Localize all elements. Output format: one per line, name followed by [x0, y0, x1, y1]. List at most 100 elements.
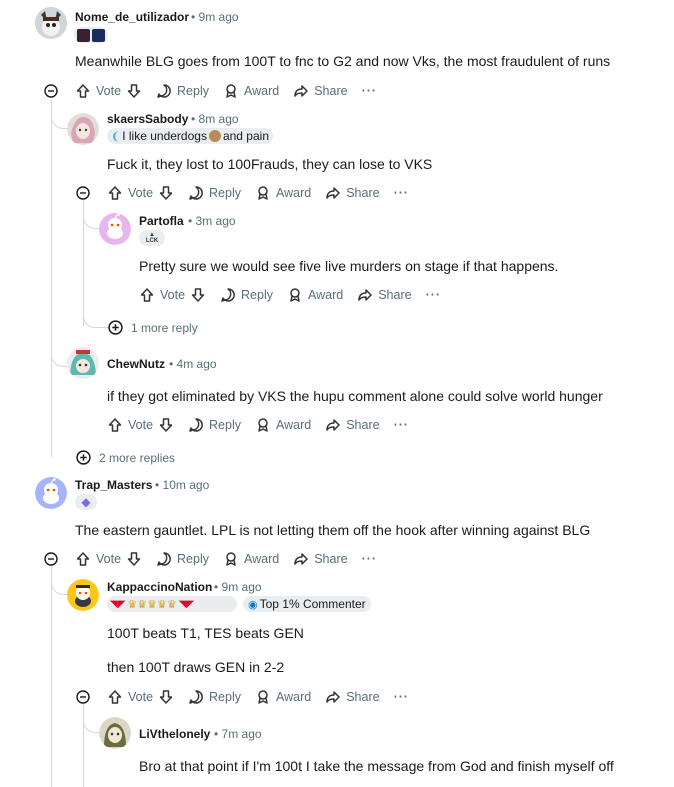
- reply-label: Reply: [209, 690, 241, 704]
- comment-time: • 7m ago: [214, 727, 262, 741]
- vote-label: Vote: [128, 418, 154, 432]
- reply-button[interactable]: Reply: [188, 689, 241, 705]
- more-replies-link[interactable]: 2 more replies: [76, 450, 175, 465]
- downvote-icon[interactable]: [158, 185, 174, 201]
- thread-branch: [51, 100, 68, 129]
- award-label: Award: [276, 690, 312, 704]
- downvote-icon[interactable]: [158, 689, 174, 705]
- avatar[interactable]: [99, 213, 131, 245]
- comment-time: • 3m ago: [188, 214, 236, 228]
- upvote-button[interactable]: Vote: [107, 417, 174, 433]
- thread-line[interactable]: [51, 566, 52, 787]
- comment-text: then 100T draws GEN in 2-2: [107, 659, 285, 675]
- upvote-button[interactable]: Vote: [75, 83, 142, 99]
- comment-text: Pretty sure we would see five live murde…: [139, 258, 559, 274]
- trophy-icon: ♛♛♛♛♛: [127, 598, 177, 611]
- more-options-button[interactable]: ···: [394, 418, 410, 432]
- award-label: Award: [308, 288, 344, 302]
- comment-time: • 9m ago: [191, 10, 239, 24]
- award-button[interactable]: Award: [255, 417, 311, 433]
- avatar[interactable]: [67, 113, 99, 145]
- reply-icon: [221, 288, 235, 302]
- reply-icon: [189, 690, 203, 704]
- award-button[interactable]: Award: [255, 185, 311, 201]
- comment-actions: Vote Reply Award Share ···: [107, 415, 409, 435]
- avatar[interactable]: [67, 347, 99, 379]
- collapse-icon[interactable]: [76, 690, 90, 704]
- username[interactable]: Trap_Masters: [75, 478, 152, 492]
- comment-actions: Vote Reply Award Share ···: [75, 549, 377, 569]
- more-replies-link[interactable]: 1 more reply: [108, 320, 198, 335]
- share-button[interactable]: Share: [325, 689, 380, 705]
- comment-text: if they got eliminated by VKS the hupu c…: [107, 388, 603, 404]
- upvote-button[interactable]: Vote: [107, 689, 174, 705]
- more-options-button[interactable]: ···: [362, 84, 378, 98]
- reply-button[interactable]: Reply: [220, 287, 273, 303]
- avatar[interactable]: [35, 477, 67, 509]
- vote-label: Vote: [96, 552, 122, 566]
- downvote-icon[interactable]: [126, 83, 142, 99]
- t1-logo-icon: ◥◤: [110, 598, 126, 610]
- reply-button[interactable]: Reply: [188, 185, 241, 201]
- award-icon: [226, 552, 236, 566]
- share-button[interactable]: Share: [293, 551, 348, 567]
- downvote-icon[interactable]: [190, 287, 206, 303]
- award-button[interactable]: Award: [255, 689, 311, 705]
- upvote-button[interactable]: Vote: [107, 185, 174, 201]
- award-button[interactable]: Award: [223, 551, 279, 567]
- username[interactable]: KappaccinoNation: [107, 580, 212, 594]
- more-options-button[interactable]: ···: [394, 690, 410, 704]
- collapse-icon[interactable]: [44, 84, 58, 98]
- downvote-icon[interactable]: [158, 417, 174, 433]
- collapse-icon[interactable]: [76, 186, 90, 200]
- upvote-icon: [108, 418, 122, 432]
- username[interactable]: Nome_de_utilizador: [75, 10, 189, 24]
- upvote-icon: [76, 84, 90, 98]
- award-button[interactable]: Award: [223, 83, 279, 99]
- avatar[interactable]: [35, 7, 67, 39]
- reply-button[interactable]: Reply: [188, 417, 241, 433]
- more-options-button[interactable]: ···: [426, 288, 442, 302]
- downvote-icon[interactable]: [126, 551, 142, 567]
- collapse-icon[interactable]: [44, 552, 58, 566]
- t1-logo-icon: ◥◤: [178, 598, 195, 610]
- award-icon: [258, 186, 268, 200]
- username[interactable]: LiVthelonely: [139, 727, 210, 741]
- upvote-icon: [108, 186, 122, 200]
- share-icon: [326, 419, 340, 431]
- user-flair: ◆: [75, 494, 97, 510]
- more-options-button[interactable]: ···: [394, 186, 410, 200]
- user-flair: [74, 27, 108, 43]
- avatar[interactable]: [67, 579, 99, 611]
- vote-label: Vote: [96, 84, 122, 98]
- thread-branch: [83, 704, 100, 733]
- rabbit-emoji-icon: ❨: [111, 130, 121, 143]
- more-options-button[interactable]: ···: [362, 552, 378, 566]
- comment-text: Meanwhile BLG goes from 100T to fnc to G…: [75, 53, 611, 69]
- reply-button[interactable]: Reply: [156, 551, 209, 567]
- share-label: Share: [346, 186, 380, 200]
- share-button[interactable]: Share: [293, 83, 348, 99]
- share-button[interactable]: Share: [357, 287, 412, 303]
- reply-icon: [189, 418, 203, 432]
- avatar[interactable]: [99, 717, 131, 749]
- award-icon: [258, 418, 268, 432]
- award-icon: [258, 690, 268, 704]
- award-button[interactable]: Award: [287, 287, 343, 303]
- upvote-button[interactable]: Vote: [75, 551, 142, 567]
- thread-branch: [83, 200, 100, 229]
- share-button[interactable]: Share: [325, 417, 380, 433]
- vote-label: Vote: [128, 186, 154, 200]
- reply-icon: [157, 552, 171, 566]
- thread-line[interactable]: [51, 100, 52, 457]
- top-commenter-icon: ◉: [248, 598, 258, 611]
- reply-button[interactable]: Reply: [156, 83, 209, 99]
- username[interactable]: skaersSabody: [107, 112, 188, 126]
- upvote-button[interactable]: Vote: [139, 287, 206, 303]
- username[interactable]: Partofla: [139, 214, 184, 228]
- comment-text: Bro at that point if I'm 100t I take the…: [139, 758, 614, 774]
- share-button[interactable]: Share: [325, 185, 380, 201]
- comment-actions: Vote Reply Award Share ···: [107, 183, 409, 203]
- thread-branch: [51, 566, 68, 595]
- username[interactable]: ChewNutz: [107, 357, 165, 371]
